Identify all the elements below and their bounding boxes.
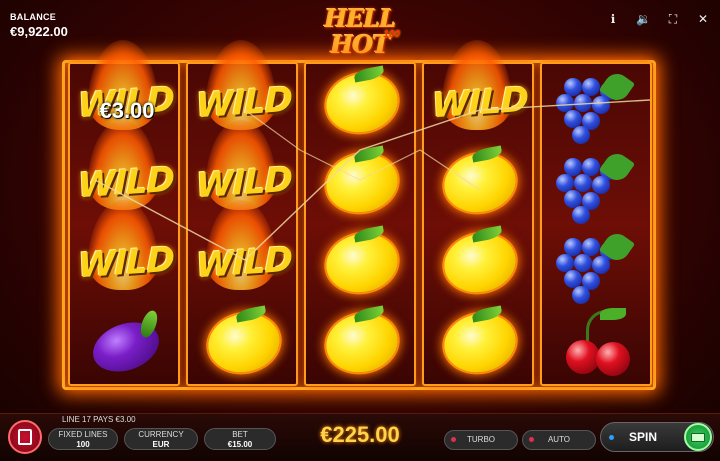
currency-label: CURRENCY — [138, 430, 184, 439]
symbol-wild: WILD — [424, 40, 532, 145]
symbol-wild: WILD — [70, 200, 178, 305]
fixed-lines-label: FIXED LINES — [58, 430, 108, 439]
auto-label: AUTO — [547, 435, 571, 444]
reel-3 — [304, 62, 416, 386]
fixed-lines-display: FIXED LINES 100 — [48, 428, 118, 450]
grape-icon — [572, 206, 590, 224]
spin-label: SPIN — [629, 430, 658, 444]
close-icon[interactable]: ✕ — [696, 12, 710, 26]
cards-icon — [18, 429, 32, 445]
grape-icon — [592, 96, 610, 114]
top-icons: ℹ 🔉 ⛶ ✕ — [606, 12, 710, 26]
grape-icon — [592, 256, 610, 274]
grape-icon — [592, 176, 610, 194]
sound-icon[interactable]: 🔉 — [636, 12, 651, 26]
bet-selector[interactable]: BET €15.00 — [204, 428, 276, 450]
leaf-icon — [600, 308, 626, 320]
auto-indicator-icon — [529, 437, 534, 442]
spin-indicator-icon — [609, 435, 614, 440]
symbol-lemon — [306, 224, 414, 305]
fullscreen-icon[interactable]: ⛶ — [666, 12, 680, 26]
symbol-lemon — [424, 144, 532, 225]
game-logo: HELL HOT 100 — [300, 6, 420, 58]
currency-display: CURRENCY EUR — [124, 428, 198, 450]
reel-5 — [540, 62, 652, 386]
turbo-label: TURBO — [467, 435, 495, 444]
grape-icon — [572, 126, 590, 144]
symbol-grapes — [542, 64, 650, 145]
wild-label: WILD — [77, 239, 175, 287]
wild-label: WILD — [195, 239, 293, 287]
wild-label: WILD — [431, 79, 529, 127]
logo-subtitle: 100 — [383, 29, 400, 40]
paytable-menu-button[interactable] — [8, 420, 42, 454]
symbol-lemon — [424, 304, 532, 385]
symbol-wild: WILD — [188, 200, 296, 305]
auto-toggle[interactable]: AUTO — [522, 430, 596, 450]
bet-value: €15.00 — [227, 440, 253, 449]
reel-4: WILD — [422, 40, 534, 386]
currency-value: EUR — [152, 440, 170, 449]
fixed-lines-value: 100 — [76, 440, 90, 449]
turbo-indicator-icon — [451, 437, 456, 442]
grape-icon — [572, 286, 590, 304]
symbol-lemon — [306, 144, 414, 225]
money-stack-icon — [684, 423, 712, 451]
bills-glyph — [691, 432, 705, 442]
info-icon[interactable]: ℹ — [606, 12, 620, 26]
symbol-grapes — [542, 144, 650, 225]
symbol-cherries — [542, 304, 650, 385]
symbol-lemon — [306, 64, 414, 145]
symbol-grapes — [542, 224, 650, 305]
balance-label: BALANCE — [10, 12, 57, 22]
bet-label: BET — [232, 430, 248, 439]
grape-icon — [574, 94, 592, 112]
grape-icon — [574, 174, 592, 192]
total-win-amount: €225.00 — [320, 422, 400, 447]
grape-icon — [574, 254, 592, 272]
line-pays-text: LINE 17 PAYS €3.00 — [62, 415, 136, 424]
symbol-plum — [70, 304, 178, 385]
cherry-icon — [596, 342, 630, 376]
line-win-amount: €3.00 — [99, 98, 155, 123]
balance-value: €9,922.00 — [10, 24, 68, 39]
turbo-toggle[interactable]: TURBO — [444, 430, 518, 450]
game-stage: BALANCE €9,922.00 HELL HOT 100 ℹ 🔉 ⛶ ✕ W… — [0, 0, 720, 461]
logo-title: HELL HOT — [324, 4, 397, 59]
spin-button[interactable]: SPIN — [600, 422, 714, 452]
symbol-lemon — [306, 304, 414, 385]
symbol-lemon — [188, 304, 296, 385]
reel-2: WILD WILD WILD — [186, 40, 298, 386]
cherry-icon — [566, 340, 600, 374]
symbol-lemon — [424, 224, 532, 305]
